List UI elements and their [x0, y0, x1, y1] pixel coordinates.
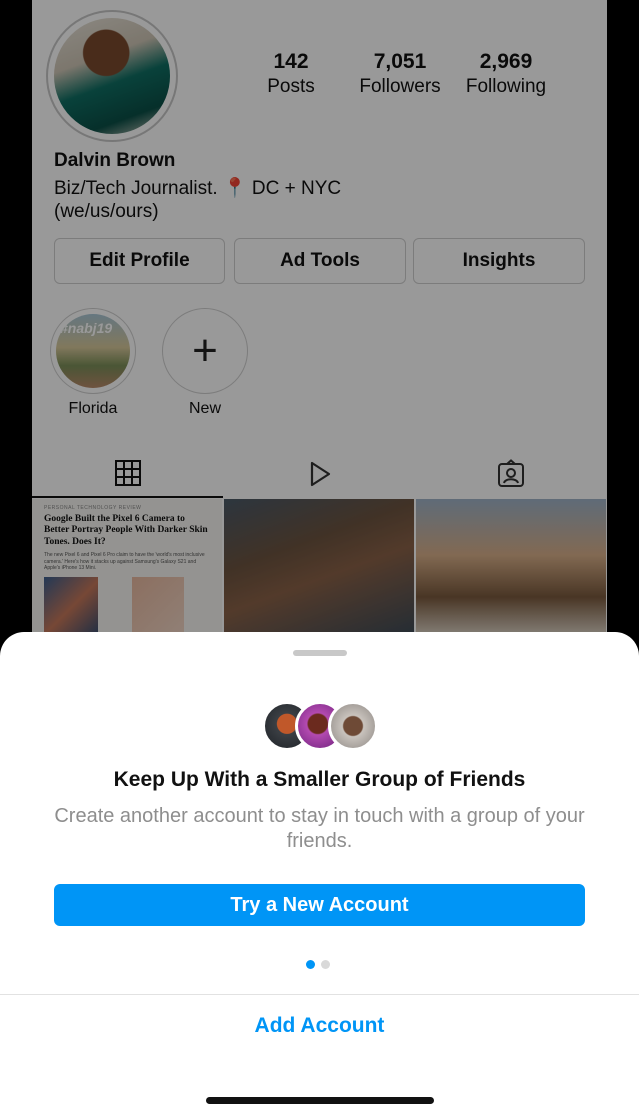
sheet-title: Keep Up With a Smaller Group of Friends	[113, 768, 526, 791]
friend-avatar	[328, 701, 378, 751]
home-indicator[interactable]	[206, 1097, 434, 1104]
bottom-sheet: Keep Up With a Smaller Group of Friends …	[0, 632, 639, 1117]
add-account-button[interactable]: Add Account	[0, 1014, 639, 1038]
friend-avatars	[262, 701, 378, 753]
sheet-subtitle: Create another account to stay in touch …	[54, 805, 585, 852]
page-indicator	[306, 956, 336, 969]
page-dot-inactive	[321, 960, 330, 969]
sheet-grabber[interactable]	[293, 650, 347, 656]
sheet-divider	[0, 994, 639, 995]
try-new-account-button[interactable]: Try a New Account	[54, 884, 585, 926]
page-dot-active	[306, 960, 315, 969]
